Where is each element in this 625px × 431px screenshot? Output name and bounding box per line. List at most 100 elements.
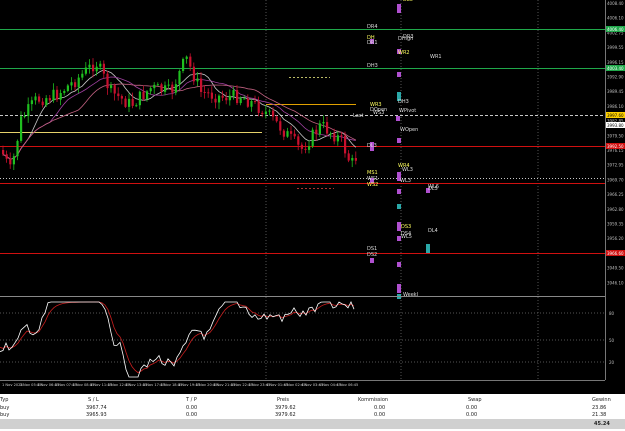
level-label: WL6	[428, 184, 439, 190]
candle-body	[304, 148, 307, 150]
candle-body	[9, 158, 12, 165]
candle-body	[286, 131, 289, 137]
pivot-marker	[397, 72, 401, 77]
header-type[interactable]: Typ	[0, 397, 8, 403]
price-axis-label: 3949.50	[607, 266, 624, 271]
candle-body	[203, 91, 206, 93]
cell-sl: 3965.93	[86, 412, 107, 418]
candle-body	[326, 122, 329, 134]
header-profit[interactable]: Gewinn	[592, 397, 611, 403]
price-axis-label: 3962.80	[607, 207, 624, 212]
level-label: MS1	[367, 170, 378, 176]
candle-body	[146, 91, 149, 100]
header-commission[interactable]: Kommission	[358, 397, 388, 403]
candle-body	[167, 84, 170, 86]
candle-body	[300, 144, 303, 149]
terminal-header-row: Typ S / L T / P Preis Kommission Swap Ge…	[0, 396, 625, 403]
candle-body	[88, 64, 91, 68]
candle-body	[59, 92, 62, 100]
candle-body	[297, 136, 300, 145]
level-label: DS2	[367, 252, 377, 258]
candle-body	[189, 56, 192, 67]
candle-body	[254, 101, 257, 103]
pivot-marker	[397, 204, 401, 209]
candle-body	[322, 122, 325, 124]
header-tp[interactable]: T / P	[186, 397, 197, 403]
level-label: WOpen	[400, 127, 418, 133]
candle-body	[182, 58, 185, 71]
candle-body	[117, 93, 120, 97]
candle-body	[38, 96, 41, 102]
candle-body	[81, 73, 84, 78]
price-axis-label: 3996.15	[607, 60, 624, 65]
candle-body	[124, 98, 127, 107]
candle-body	[66, 85, 69, 91]
osc-axis-label: 20	[609, 360, 615, 365]
header-sl[interactable]: S / L	[88, 397, 99, 403]
header-swap[interactable]: Swap	[468, 397, 482, 403]
level-label: DR4	[367, 24, 378, 30]
table-row[interactable]: buy 3965.93 0.00 3979.62 0.00 0.00 21.38	[0, 411, 625, 418]
price-tag-label: 3966.60	[607, 251, 624, 256]
price-axis-label: 3992.90	[607, 75, 624, 80]
candle-body	[41, 101, 44, 106]
price-tag-label: 3992.50	[607, 144, 624, 149]
osc-axis-label: 80	[609, 311, 615, 316]
oscillator-panel[interactable]	[0, 301, 605, 378]
candle-body	[347, 153, 350, 161]
price-axis-label: 3966.25	[607, 192, 624, 197]
candle-body	[351, 158, 354, 161]
candle-body	[20, 116, 23, 141]
candle-body	[236, 90, 239, 104]
candle-body	[174, 84, 177, 93]
level-label: WL5	[401, 234, 412, 240]
price-axis-label: 3979.50	[607, 133, 624, 138]
candle-body	[344, 135, 347, 154]
candle-body	[102, 63, 105, 74]
candle-body	[225, 97, 228, 101]
candle-body	[149, 88, 152, 92]
candle-body	[200, 78, 203, 92]
candle-body	[135, 105, 138, 107]
candle-body	[52, 89, 55, 101]
candle-body	[74, 82, 77, 88]
level-label: DS3	[401, 224, 411, 230]
header-price[interactable]: Preis	[277, 397, 289, 403]
price-axis[interactable]: 4008.404006.104002.753999.553996.153992.…	[605, 0, 625, 380]
price-axis-label: 3969.70	[607, 177, 624, 182]
price-axis-label: 4008.40	[607, 1, 624, 6]
candle-body	[210, 92, 213, 99]
total-profit: 45.24	[594, 421, 610, 427]
level-label: DH3	[398, 99, 409, 105]
pivot-marker	[397, 4, 401, 13]
candle-body	[138, 91, 141, 106]
candle-body	[308, 146, 311, 150]
cell-type: buy	[0, 412, 10, 418]
candle-body	[228, 95, 231, 101]
candle-body	[45, 98, 48, 106]
candle-body	[218, 95, 221, 103]
candle-body	[268, 110, 271, 112]
table-row[interactable]: buy 3967.74 0.00 3979.62 0.00 0.00 23.86	[0, 404, 625, 411]
candle-body	[315, 129, 318, 135]
candle-body	[160, 84, 163, 92]
candle-body	[264, 111, 267, 115]
level-label: DH3	[367, 63, 378, 69]
candle-body	[336, 135, 339, 142]
candle-body	[275, 116, 278, 122]
chart-window[interactable]: DR4DHDR1DHighDR3WR2WR1DH3DH3WR3DOpen WPiv…	[0, 0, 625, 431]
trade-terminal[interactable]: Typ S / L T / P Preis Kommission Swap Ge…	[0, 394, 625, 431]
level-label: WL3	[402, 167, 413, 173]
candle-body	[2, 150, 5, 155]
price-chart[interactable]: DR4DHDR1DHighDR3WR2WR1DH3DH3WR3DOpen WPiv…	[0, 0, 605, 380]
candle-body	[34, 96, 37, 101]
pivot-marker	[426, 244, 430, 253]
level-label: WR2	[398, 50, 410, 56]
candle-body	[282, 130, 285, 137]
candle-body	[221, 95, 224, 98]
candle-body	[272, 110, 275, 117]
candle-body	[192, 66, 195, 82]
candle-body	[128, 98, 131, 107]
candle-body	[48, 98, 51, 101]
level-label: DL3	[367, 143, 377, 149]
